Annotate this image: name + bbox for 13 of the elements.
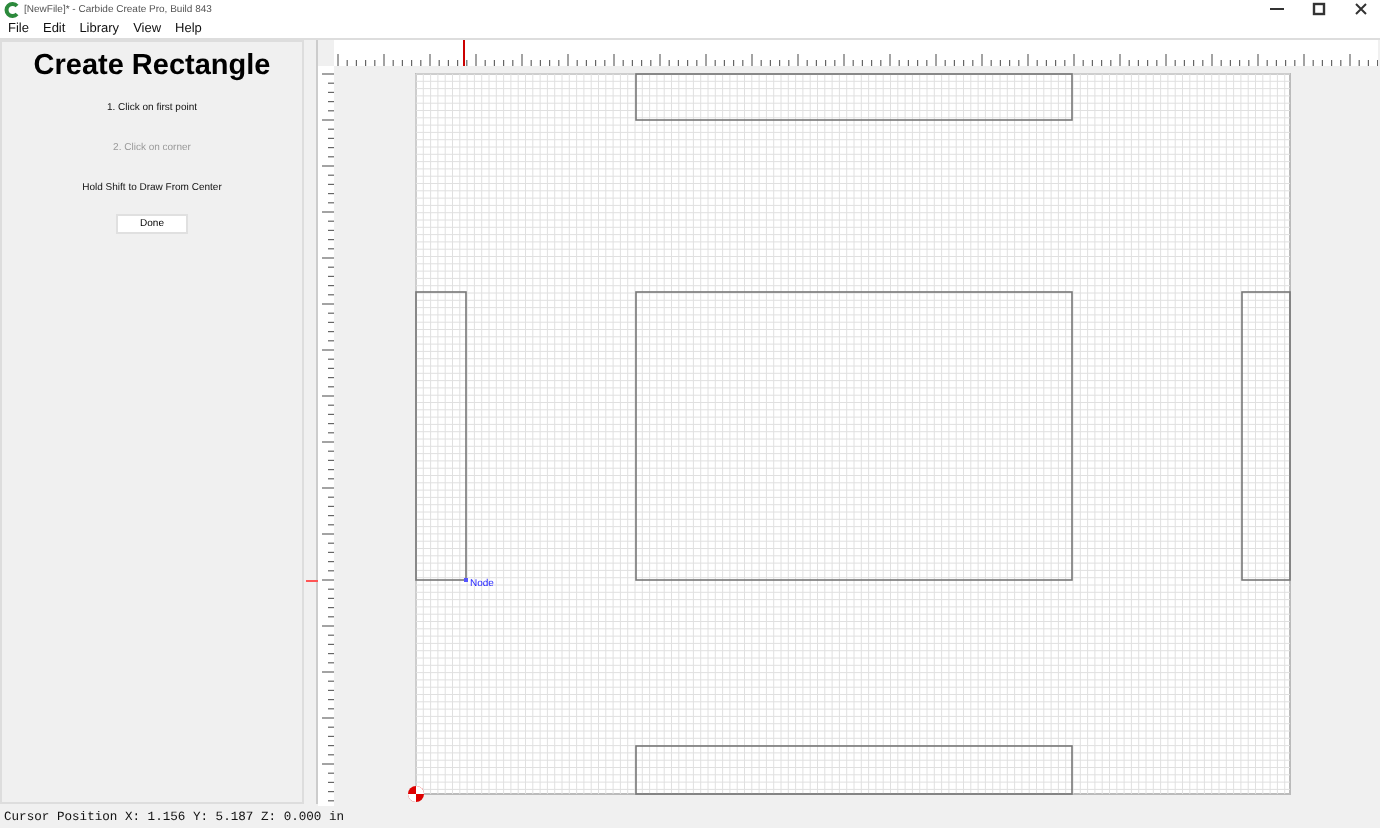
close-icon[interactable] <box>1354 2 1368 16</box>
cursor-marker <box>306 580 318 582</box>
app-icon <box>4 1 20 17</box>
rectangle-shape[interactable] <box>1241 291 1291 581</box>
rectangle-shape[interactable] <box>635 745 1073 795</box>
panel-title: Create Rectangle <box>33 50 271 82</box>
node-marker[interactable] <box>464 578 468 582</box>
rectangle-shape[interactable] <box>415 291 467 581</box>
rectangle-shape[interactable] <box>635 73 1073 121</box>
minimize-icon[interactable] <box>1270 2 1284 16</box>
restore-icon[interactable] <box>1312 2 1326 16</box>
origin-icon <box>408 786 424 802</box>
rectangle-shape[interactable] <box>635 291 1073 581</box>
